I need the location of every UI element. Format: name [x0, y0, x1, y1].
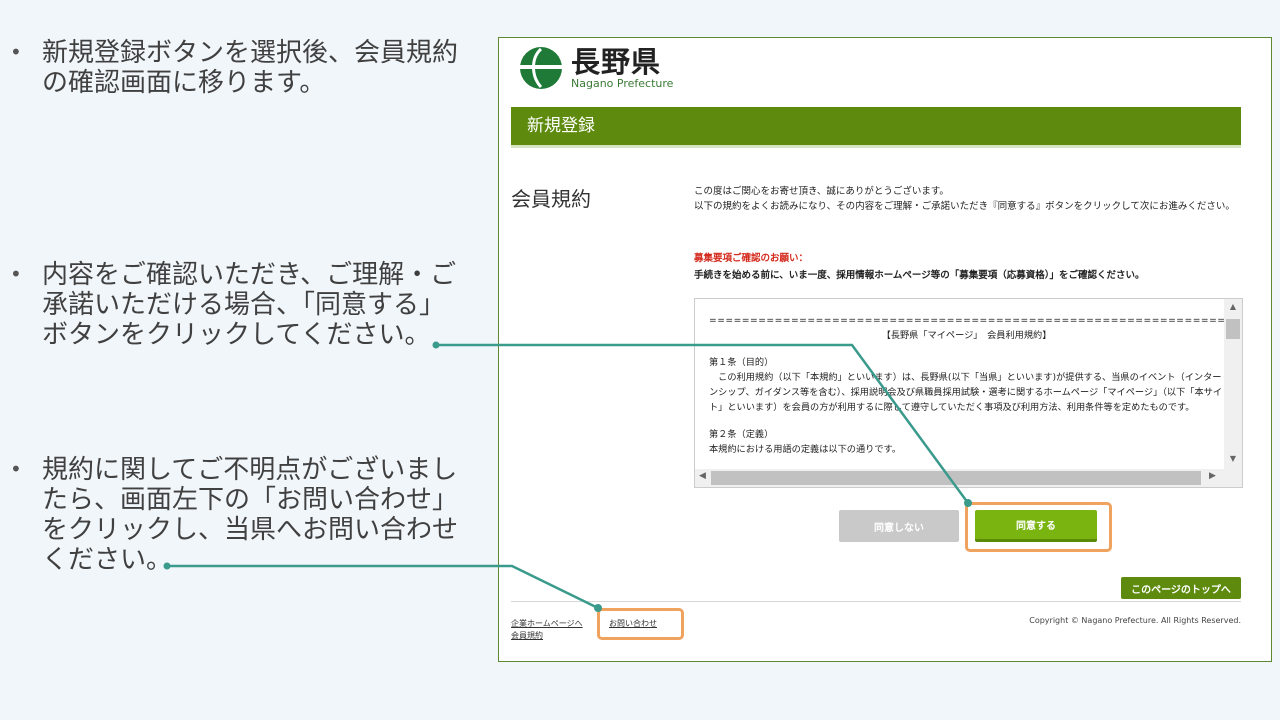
footer-link-terms[interactable]: 会員規約	[511, 630, 543, 641]
copyright-text: Copyright © Nagano Prefecture. All Right…	[1029, 616, 1241, 625]
scroll-thumb[interactable]	[1226, 319, 1240, 339]
section-title: 会員規約	[511, 187, 591, 211]
site-logo[interactable]: 長野県 Nagano Prefecture	[519, 46, 673, 90]
bullet-text-1: 新規登録ボタンを選択後、会員規約 の確認画面に移ります。	[42, 38, 459, 98]
title-bar-divider	[511, 145, 1241, 148]
bullet-2: • 内容をご確認いただき、ご理解・ご 承諾いただける場合、「同意する」 ボタンを…	[10, 260, 456, 350]
page-title-bar: 新規登録	[511, 107, 1241, 145]
terms-textarea[interactable]: ========================================…	[694, 298, 1243, 488]
notice-body: 手続きを始める前に、いま一度、採用情報ホームページ等の「募集要項（応募資格）」を…	[694, 270, 1145, 281]
logo-name-jp: 長野県	[571, 45, 662, 79]
article-1-body: この利用規約（以下「本規約」といいます）は、長野県(以下「当県」といいます)が提…	[709, 372, 1223, 413]
nagano-logo-icon	[520, 47, 562, 89]
logo-name-en: Nagano Prefecture	[571, 77, 674, 90]
contact-link-highlight	[597, 608, 684, 640]
bullet-text-3: 規約に関してご不明点がございまし たら、画面左下の「お問い合わせ」 をクリックし…	[42, 455, 459, 575]
agree-button-highlight	[965, 502, 1112, 552]
bullet-marker: •	[10, 262, 22, 286]
footer-divider	[511, 601, 1241, 602]
disagree-button[interactable]: 同意しない	[839, 510, 959, 542]
bullet-text-2: 内容をご確認いただき、ご理解・ご 承諾いただける場合、「同意する」 ボタンをクリ…	[42, 260, 457, 350]
scroll-down-icon[interactable]: ▼	[1224, 454, 1242, 463]
page-top-button[interactable]: このページのトップへ	[1121, 577, 1241, 599]
bullet-3: • 規約に関してご不明点がございまし たら、画面左下の「お問い合わせ」 をクリッ…	[10, 455, 458, 575]
vertical-scrollbar[interactable]: ▲ ▼	[1224, 299, 1242, 471]
scroll-up-icon[interactable]: ▲	[1224, 302, 1242, 311]
terms-heading: 【長野県「マイページ」 会員利用規約】	[881, 330, 1052, 341]
scroll-right-icon[interactable]: ▶	[1209, 471, 1216, 481]
article-2-body: 本規約における用語の定義は以下の通りです。	[709, 444, 902, 455]
bullet-marker: •	[10, 457, 22, 481]
intro-text: この度はご関心をお寄せ頂き、誠にありがとうございます。 以下の規約をよくお読みに…	[694, 186, 1235, 212]
site-screenshot: 長野県 Nagano Prefecture 新規登録 会員規約 この度はご関心を…	[498, 37, 1272, 662]
article-2-title: 第２条（定義）	[709, 429, 774, 440]
scroll-thumb-horizontal[interactable]	[711, 471, 1201, 485]
article-1-title: 第１条（目的）	[709, 357, 774, 368]
terms-separator: ========================================…	[709, 315, 1224, 326]
bullet-1: • 新規登録ボタンを選択後、会員規約 の確認画面に移ります。	[10, 38, 458, 98]
notice-title: 募集要項ご確認のお願い：	[694, 253, 809, 264]
footer-link-home[interactable]: 企業ホームページへ	[511, 618, 583, 629]
scroll-left-icon[interactable]: ◀	[699, 471, 706, 481]
horizontal-scrollbar[interactable]: ◀ ▶	[695, 469, 1242, 487]
bullet-marker: •	[10, 40, 22, 64]
